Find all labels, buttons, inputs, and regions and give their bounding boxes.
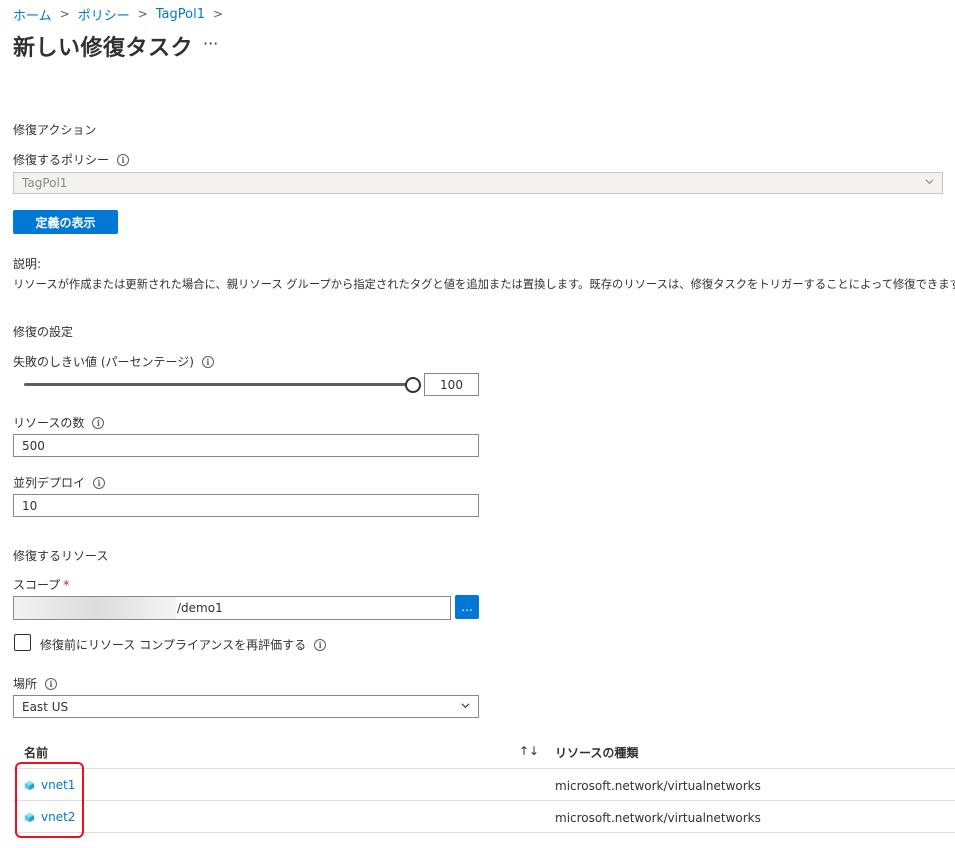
policy-label: 修復するポリシー i: [13, 151, 130, 168]
parallel-deployments-label: 並列デプロイ i: [13, 474, 106, 491]
sort-icon[interactable]: ↑↓: [519, 744, 539, 758]
info-icon[interactable]: i: [92, 416, 105, 429]
policy-dropdown-value: TagPol1: [22, 176, 68, 190]
description-text: リソースが作成または更新された場合に、親リソース グループから指定されたタグと値…: [13, 278, 955, 291]
breadcrumb-separator: >: [137, 7, 148, 21]
breadcrumb: ホーム > ポリシー > TagPol1 >: [13, 4, 231, 24]
failure-threshold-slider-track[interactable]: [24, 383, 412, 386]
page-title: 新しい修復タスク: [13, 36, 194, 61]
parallel-deployments-label-text: 並列デプロイ: [13, 476, 86, 490]
breadcrumb-separator: >: [59, 7, 70, 21]
resource-count-input[interactable]: 500: [13, 434, 479, 457]
column-header-name[interactable]: 名前: [24, 744, 48, 761]
chevron-down-icon: [461, 703, 470, 709]
chevron-down-icon: [925, 179, 934, 185]
section-remediation-settings: 修復の設定: [13, 325, 74, 339]
info-icon[interactable]: i: [45, 677, 58, 690]
info-icon[interactable]: i: [314, 638, 327, 651]
row-divider: [13, 768, 955, 769]
location-dropdown[interactable]: East US: [13, 695, 479, 718]
reevaluate-label: 修復前にリソース コンプライアンスを再評価する i: [40, 636, 327, 653]
view-definition-button[interactable]: 定義の表示: [13, 210, 118, 234]
failure-threshold-label: 失敗のしきい値 (パーセンテージ) i: [13, 353, 214, 370]
resource-count-label: リソースの数 i: [13, 414, 105, 431]
scope-redacted: [14, 597, 176, 619]
info-icon[interactable]: i: [93, 476, 106, 489]
resource-type: microsoft.network/virtualnetworks: [555, 811, 761, 825]
resource-count-label-text: リソースの数: [13, 416, 85, 430]
scope-label-text: スコープ: [13, 578, 61, 592]
section-remediation-action: 修復アクション: [13, 123, 97, 137]
row-divider: [13, 800, 955, 801]
highlight-box: [15, 762, 84, 838]
location-dropdown-value: East US: [22, 699, 69, 714]
description-label: 説明:: [13, 257, 42, 271]
location-label: 場所 i: [13, 675, 58, 692]
location-label-text: 場所: [13, 677, 38, 691]
column-header-resource-type[interactable]: リソースの種類: [555, 744, 638, 761]
breadcrumb-separator: >: [213, 7, 224, 21]
breadcrumb-home[interactable]: ホーム: [13, 5, 52, 24]
parallel-deployments-input[interactable]: 10: [13, 494, 479, 517]
resource-type: microsoft.network/virtualnetworks: [555, 779, 761, 793]
required-mark: *: [63, 577, 70, 592]
scope-label: スコープ *: [13, 576, 69, 593]
row-divider: [13, 832, 955, 833]
policy-dropdown: TagPol1: [13, 172, 943, 194]
section-resources: 修復するリソース: [13, 549, 109, 563]
more-options-button[interactable]: ···: [203, 34, 218, 53]
reevaluate-checkbox[interactable]: [14, 634, 31, 651]
breadcrumb-item[interactable]: TagPol1: [156, 7, 205, 22]
reevaluate-label-text: 修復前にリソース コンプライアンスを再評価する: [40, 638, 307, 652]
failure-threshold-label-text: 失敗のしきい値 (パーセンテージ): [13, 355, 194, 369]
breadcrumb-policy[interactable]: ポリシー: [78, 5, 130, 24]
info-icon[interactable]: i: [201, 355, 214, 368]
policy-label-text: 修復するポリシー: [13, 153, 110, 167]
scope-picker-button[interactable]: ...: [455, 595, 479, 619]
failure-threshold-input[interactable]: 100: [424, 373, 479, 396]
failure-threshold-slider-thumb[interactable]: [405, 377, 421, 393]
info-icon[interactable]: i: [117, 153, 130, 166]
